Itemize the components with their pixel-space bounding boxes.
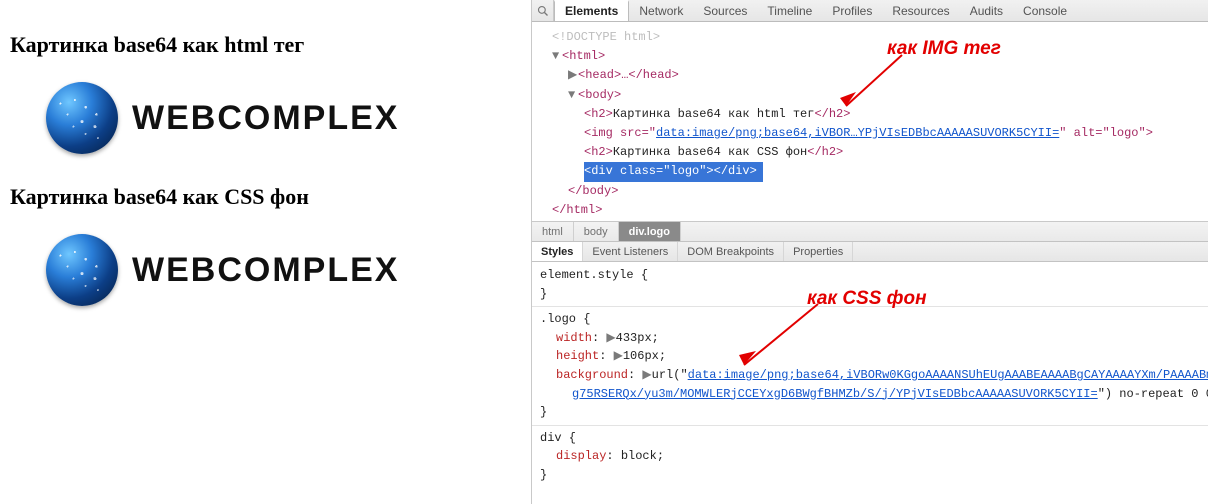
dom-html-open[interactable]: <html> [562, 49, 605, 63]
page-preview: Картинка base64 как html тег WEBCOMPLEX … [0, 0, 530, 346]
tab-audits[interactable]: Audits [960, 0, 1013, 21]
styles-pane[interactable]: element.style { } .logo { width: ▶433px;… [532, 262, 1208, 502]
search-icon[interactable] [532, 0, 554, 21]
dom-html-close: </html> [552, 203, 602, 217]
tab-console[interactable]: Console [1013, 0, 1077, 21]
brand-text: WEBCOMPLEX [132, 251, 399, 290]
tab-resources[interactable]: Resources [882, 0, 959, 21]
crumb-body[interactable]: body [574, 222, 619, 241]
styles-tab-bar: Styles Event Listeners DOM Breakpoints P… [532, 242, 1208, 262]
annotation-css-bg: как CSS фон [807, 284, 927, 313]
heading-img-tag: Картинка base64 как html тег [10, 32, 520, 58]
elements-dom-tree[interactable]: <!DOCTYPE html> ▼<html> ▶<head>…</head> … [532, 22, 1208, 222]
rule-element-style: element.style { [540, 266, 1200, 285]
subtab-props[interactable]: Properties [784, 242, 853, 261]
bg-url-link-2[interactable]: g75RSERQx/yu3m/MOMWLERjCCEYxgD6BWgfBHMZb… [572, 387, 1098, 401]
brand-text: WEBCOMPLEX [132, 99, 399, 138]
subtab-listeners[interactable]: Event Listeners [583, 242, 678, 261]
dom-body-open[interactable]: <body> [578, 88, 621, 102]
logo-css-row: WEBCOMPLEX [46, 234, 520, 306]
crumb-divlogo[interactable]: div.logo [619, 222, 681, 241]
breadcrumb: html body div.logo [532, 222, 1208, 242]
devtools-tab-bar: Elements Network Sources Timeline Profil… [532, 0, 1208, 22]
webcomplex-orb-icon [46, 82, 118, 154]
webcomplex-orb-icon [46, 234, 118, 306]
annotation-img-tag: как IMG тег [887, 34, 1001, 64]
dom-head[interactable]: <head>…</head> [578, 68, 679, 82]
tab-elements[interactable]: Elements [554, 0, 629, 21]
logo-img-row: WEBCOMPLEX [46, 82, 520, 154]
subtab-styles[interactable]: Styles [532, 242, 583, 261]
heading-css-bg: Картинка base64 как CSS фон [10, 184, 520, 210]
tab-timeline[interactable]: Timeline [757, 0, 822, 21]
img-src-link[interactable]: data:image/png;base64,iVBOR…YPjVIsEDBbcA… [656, 126, 1059, 140]
tab-sources[interactable]: Sources [693, 0, 757, 21]
rule-div-selector: div { [540, 429, 1200, 448]
devtools-panel: Elements Network Sources Timeline Profil… [531, 0, 1208, 504]
dom-body-close: </body> [568, 184, 618, 198]
dom-doctype: <!DOCTYPE html> [552, 30, 660, 44]
crumb-html[interactable]: html [532, 222, 574, 241]
tab-profiles[interactable]: Profiles [822, 0, 882, 21]
bg-url-link[interactable]: data:image/png;base64,iVBORw0KGgoAAAANSU… [688, 368, 1208, 382]
dom-selected-node[interactable]: <div class="logo"></div> [584, 162, 763, 181]
tab-network[interactable]: Network [629, 0, 693, 21]
subtab-dombp[interactable]: DOM Breakpoints [678, 242, 784, 261]
